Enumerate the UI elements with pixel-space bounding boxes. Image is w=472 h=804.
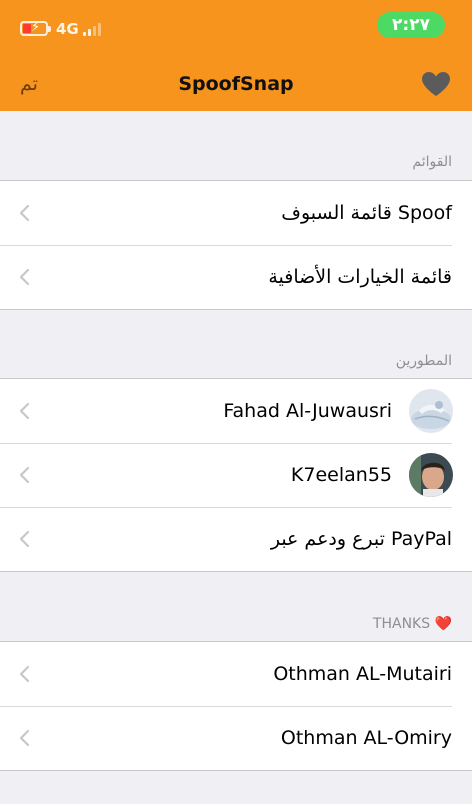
network-type: 4G [56,20,79,38]
chevron-left-icon [19,402,30,420]
thanks-header-text: THANKS ❤️ [372,616,452,632]
chevron-left-icon [19,466,30,484]
avatar [409,453,453,497]
status-time[interactable]: ٢:٢٧ [377,12,445,38]
battery-icon: ⚡ [20,20,51,36]
section-header-thanks: THANKS ❤️ [373,615,452,633]
developer-row-k7eelan[interactable]: K7eelan55 [0,443,472,507]
developer-name: K7eelan55 [290,464,392,486]
status-bar: ⚡ 4G ٢:٢٧ [0,0,472,50]
app-header: ⚡ 4G ٢:٢٧ تم SpoofSnap [0,0,472,111]
signal-bars-icon [83,23,107,36]
page-title: SpoofSnap [178,73,294,95]
charging-bolt-icon: ⚡ [31,20,41,35]
thanks-row-mutairi[interactable]: Othman AL-Mutairi [0,642,472,706]
chevron-left-icon [19,204,30,222]
chevron-left-icon [19,268,30,286]
developer-name: Fahad Al-Juwausri [223,400,392,422]
heart-icon[interactable] [421,71,451,97]
thanks-row-omiry[interactable]: Othman AL-Omiry [0,706,472,770]
avatar [409,389,453,433]
donate-label: تبرع ودعم عبر PayPal [270,528,452,550]
nav-bar: تم SpoofSnap [0,58,472,110]
thanks-name: Othman AL-Omiry [280,727,452,749]
section-header-lists: القوائم [412,154,452,170]
section-header-developers: المطورين [395,353,452,369]
chevron-left-icon [19,729,30,747]
list-item-extra-options[interactable]: قائمة الخيارات الأضافية [0,245,472,309]
list-item-label: قائمة السبوف Spoof [281,202,452,224]
lists-group: قائمة السبوف Spoof قائمة الخيارات الأضاف… [0,180,472,310]
list-item-spoof-list[interactable]: قائمة السبوف Spoof [0,181,472,245]
chevron-left-icon [19,530,30,548]
donate-paypal-row[interactable]: تبرع ودعم عبر PayPal [0,507,472,571]
chevron-left-icon [19,665,30,683]
thanks-group: Othman AL-Mutairi Othman AL-Omiry [0,641,472,771]
thanks-name: Othman AL-Mutairi [273,663,452,685]
developer-row-fahad[interactable]: Fahad Al-Juwausri [0,379,472,443]
developers-group: Fahad Al-Juwausri K7eelan55 تبرع ودعم عب… [0,378,472,572]
list-item-label: قائمة الخيارات الأضافية [268,266,452,288]
